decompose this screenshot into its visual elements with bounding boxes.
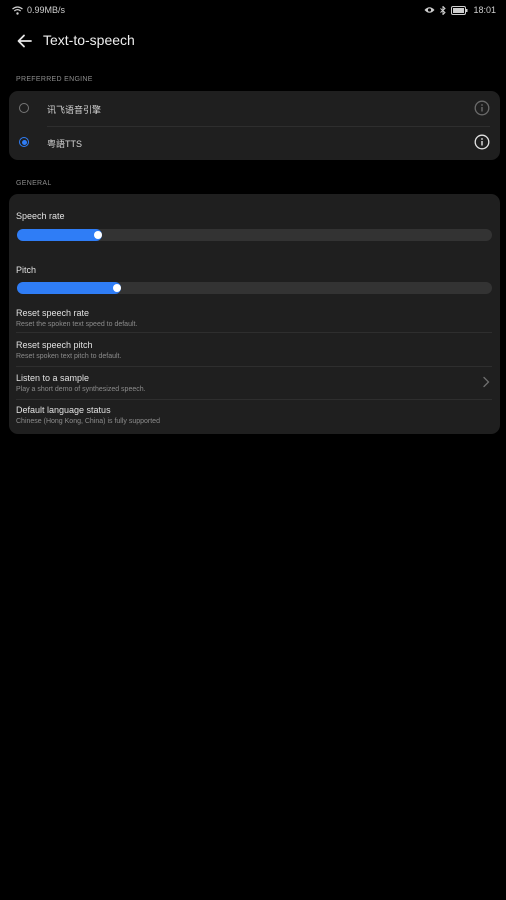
general-label: GENERAL — [16, 180, 52, 187]
radio-selected[interactable] — [19, 137, 29, 147]
divider — [16, 332, 492, 333]
item-subtitle: Play a short demo of synthesized speech. — [16, 386, 146, 393]
bluetooth-icon — [440, 5, 447, 15]
item-title: Reset speech pitch — [16, 340, 93, 350]
status-left: 0.99MB/s — [12, 5, 65, 15]
clock: 18:01 — [473, 5, 496, 15]
back-arrow-icon[interactable] — [14, 30, 36, 52]
status-right: 18:01 — [424, 5, 496, 15]
chevron-right-icon — [483, 376, 490, 388]
item-subtitle: Reset spoken text pitch to default. — [16, 353, 122, 360]
pitch-slider[interactable] — [17, 282, 492, 294]
pitch-label: Pitch — [16, 265, 37, 275]
app-bar: Text-to-speech — [0, 26, 506, 56]
slider-thumb[interactable] — [113, 284, 121, 292]
item-subtitle: Chinese (Hong Kong, China) is fully supp… — [16, 418, 160, 425]
radio-unselected[interactable] — [19, 103, 29, 113]
eye-icon — [424, 7, 435, 13]
divider — [16, 399, 492, 400]
slider-fill — [17, 229, 102, 241]
speech-rate-slider[interactable] — [17, 229, 492, 241]
item-subtitle: Reset the spoken text speed to default. — [16, 321, 138, 328]
item-title: Default language status — [16, 405, 111, 415]
engine-option-1[interactable]: 讯飞语音引擎 — [9, 92, 500, 126]
info-icon[interactable] — [474, 100, 490, 116]
speech-rate-label: Speech rate — [16, 211, 65, 221]
item-title: Listen to a sample — [16, 373, 90, 383]
network-speed: 0.99MB/s — [27, 5, 66, 15]
page-title: Text-to-speech — [43, 32, 135, 48]
battery-icon — [451, 5, 468, 15]
preferred-engine-label: PREFERRED ENGINE — [16, 76, 93, 83]
engine-option-2[interactable]: 粤語TTS — [9, 126, 500, 160]
info-icon[interactable] — [474, 134, 490, 150]
divider — [16, 366, 492, 367]
slider-fill — [17, 282, 121, 294]
item-title: Reset speech rate — [16, 308, 90, 318]
engine-name: 粤語TTS — [47, 139, 82, 149]
engine-card: 讯飞语音引擎 粤語TTS — [9, 91, 500, 160]
general-card: Speech rate Pitch Reset speech rate Rese… — [9, 194, 500, 434]
engine-name: 讯飞语音引擎 — [47, 105, 102, 115]
wifi-icon — [12, 5, 23, 15]
status-bar: 0.99MB/s 18:01 — [0, 0, 506, 22]
slider-thumb[interactable] — [94, 231, 102, 239]
